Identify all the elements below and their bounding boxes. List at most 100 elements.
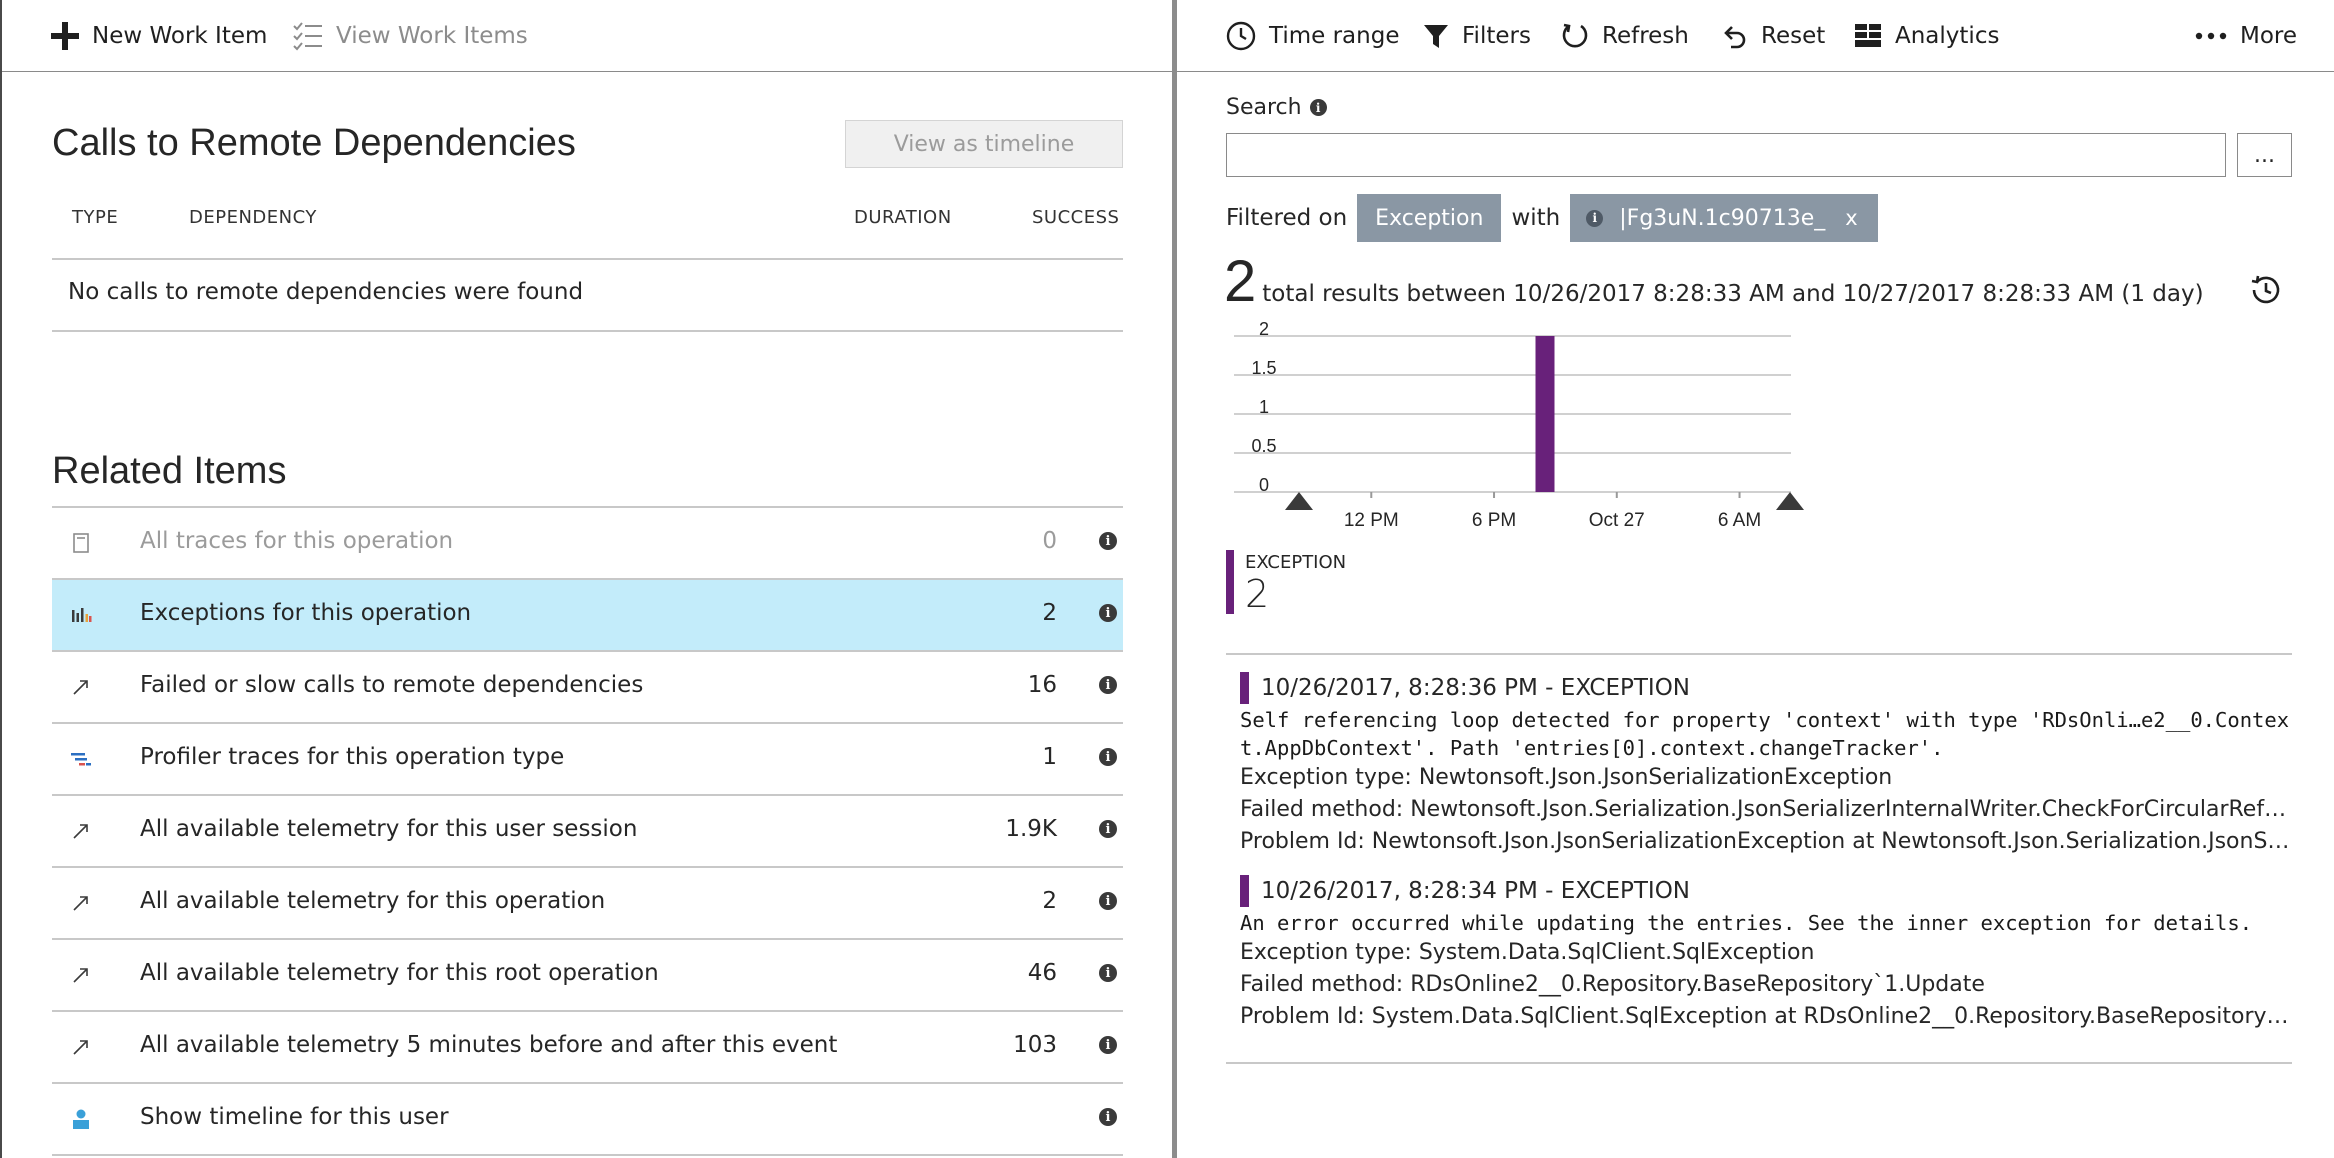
related-item-label: All traces for this operation bbox=[140, 528, 454, 554]
related-item-count: 16 bbox=[1027, 672, 1057, 698]
related-item-failed-calls[interactable]: Failed or slow calls to remote dependenc… bbox=[52, 652, 1123, 724]
results-summary: 2 total results between 10/26/2017 8:28:… bbox=[1224, 248, 2204, 315]
search-pane: Time range Filters Refresh Reset Analyti… bbox=[1177, 0, 2334, 1158]
arrow-icon bbox=[73, 680, 88, 695]
view-work-items-button[interactable]: View Work Items bbox=[292, 14, 528, 58]
related-item-count: 103 bbox=[1013, 1032, 1057, 1058]
related-item-label: All available telemetry for this root op… bbox=[140, 960, 659, 986]
more-label: More bbox=[2240, 23, 2298, 49]
checklist-icon bbox=[293, 22, 322, 51]
info-icon[interactable]: i bbox=[1099, 1108, 1117, 1126]
view-as-timeline-button[interactable]: View as timeline bbox=[845, 120, 1123, 168]
range-end-handle bbox=[1776, 492, 1804, 510]
results-chart[interactable]: 2 1.5 1 0.5 0 12 PM 6 PM Oct 27 6 AM bbox=[1177, 318, 2334, 543]
info-icon[interactable]: i bbox=[1099, 532, 1117, 550]
y-tick-label: 1.5 bbox=[1251, 358, 1276, 378]
results-range-text: total results between 10/26/2017 8:28:33… bbox=[1262, 281, 2204, 307]
related-item-count: 46 bbox=[1027, 960, 1057, 986]
details-pane: New Work Item View Work Items Calls to R… bbox=[0, 0, 1172, 1158]
related-item-label: Show timeline for this user bbox=[140, 1104, 449, 1130]
search-label-text: Search bbox=[1226, 95, 1302, 120]
results-divider bbox=[1226, 653, 2292, 655]
result-item[interactable]: 10/26/2017, 8:28:36 PM - EXCEPTION Self … bbox=[1240, 672, 2290, 858]
bar-chart-icon bbox=[72, 608, 92, 622]
related-item-label: Failed or slow calls to remote dependenc… bbox=[140, 672, 644, 698]
result-message: An error occurred while updating the ent… bbox=[1240, 911, 2253, 935]
refresh-label: Refresh bbox=[1602, 23, 1689, 49]
result-problem-id: Problem Id: Newtonsoft.Json.JsonSerializ… bbox=[1240, 829, 2290, 854]
info-icon[interactable]: i bbox=[1099, 604, 1117, 622]
empty-dependencies-message: No calls to remote dependencies were fou… bbox=[68, 279, 584, 305]
info-icon[interactable]: i bbox=[1099, 748, 1117, 766]
reset-button[interactable]: Reset bbox=[1719, 14, 1825, 58]
x-tick-label: Oct 27 bbox=[1589, 510, 1645, 531]
results-count: 2 bbox=[1224, 249, 1257, 314]
user-icon bbox=[73, 1109, 89, 1129]
column-header-type[interactable]: TYPE bbox=[72, 207, 118, 228]
time-range-label: Time range bbox=[1269, 23, 1400, 49]
y-tick-label: 1 bbox=[1259, 397, 1269, 417]
new-work-item-button[interactable]: New Work Item bbox=[50, 14, 267, 58]
filter-value-chip[interactable]: i |Fg3uN.1c90713e_ x bbox=[1570, 194, 1878, 242]
arrow-icon bbox=[73, 968, 88, 983]
related-item-label: All available telemetry for this operati… bbox=[140, 888, 606, 914]
related-item-user-timeline[interactable]: Show timeline for this user i bbox=[52, 1084, 1123, 1156]
result-message: Self referencing loop detected for prope… bbox=[1240, 708, 2290, 760]
result-header: 10/26/2017, 8:28:36 PM - EXCEPTION bbox=[1240, 672, 2290, 704]
x-tick-label: 12 PM bbox=[1344, 510, 1399, 531]
result-marker bbox=[1240, 875, 1249, 907]
info-icon[interactable]: i bbox=[1309, 99, 1327, 116]
filters-button[interactable]: Filters bbox=[1422, 14, 1531, 58]
refresh-button[interactable]: Refresh bbox=[1560, 14, 1689, 58]
related-item-count: 0 bbox=[1042, 528, 1057, 554]
remove-filter-button[interactable]: x bbox=[1845, 206, 1857, 230]
related-item-count: 2 bbox=[1042, 888, 1057, 914]
filter-type-chip[interactable]: Exception bbox=[1357, 194, 1502, 242]
related-item-exceptions[interactable]: Exceptions for this operation 2 i bbox=[52, 580, 1123, 652]
related-items-title: Related Items bbox=[52, 450, 287, 492]
related-item-operation-telemetry[interactable]: All available telemetry for this operati… bbox=[52, 868, 1123, 940]
more-button[interactable]: More bbox=[2194, 14, 2297, 58]
search-input[interactable] bbox=[1226, 133, 2226, 177]
related-item-traces[interactable]: All traces for this operation 0 i bbox=[52, 508, 1123, 580]
refresh-icon bbox=[1562, 23, 1588, 48]
column-header-dependency[interactable]: DEPENDENCY bbox=[189, 207, 317, 228]
analytics-icon bbox=[1855, 24, 1881, 47]
filter-summary: Filtered on Exception with i |Fg3uN.1c90… bbox=[1226, 194, 1878, 242]
clock-icon bbox=[1226, 21, 1256, 51]
filters-label: Filters bbox=[1462, 23, 1531, 49]
info-icon[interactable]: i bbox=[1099, 676, 1117, 694]
ellipsis-icon bbox=[2195, 32, 2227, 40]
x-tick-label: 6 AM bbox=[1718, 510, 1761, 531]
table-header-divider bbox=[52, 258, 1123, 260]
search-options-button[interactable]: ... bbox=[2237, 133, 2292, 177]
result-exception-type: Exception type: Newtonsoft.Json.JsonSeri… bbox=[1240, 765, 1893, 790]
history-icon[interactable] bbox=[2249, 273, 2283, 307]
new-work-item-label: New Work Item bbox=[92, 23, 268, 49]
info-icon[interactable]: i bbox=[1099, 820, 1117, 838]
analytics-button[interactable]: Analytics bbox=[1853, 14, 1999, 58]
column-header-success[interactable]: SUCCESS bbox=[1032, 207, 1119, 228]
y-tick-label: 0 bbox=[1259, 475, 1269, 495]
info-icon: i bbox=[1586, 209, 1604, 227]
filter-icon bbox=[1424, 25, 1448, 48]
column-header-duration[interactable]: DURATION bbox=[854, 207, 952, 228]
filter-value-text: |Fg3uN.1c90713e_ bbox=[1619, 205, 1826, 231]
info-icon[interactable]: i bbox=[1099, 964, 1117, 982]
related-item-label: All available telemetry for this user se… bbox=[140, 816, 638, 842]
plus-icon bbox=[51, 22, 79, 50]
search-label: Search i bbox=[1226, 95, 1327, 120]
info-icon[interactable]: i bbox=[1099, 1036, 1117, 1054]
result-failed-method: Failed method: RDsOnline2__0.Repository.… bbox=[1240, 972, 1985, 997]
time-range-button[interactable]: Time range bbox=[1225, 14, 1399, 58]
results-bottom-divider bbox=[1226, 1062, 2292, 1064]
info-icon[interactable]: i bbox=[1099, 892, 1117, 910]
related-item-root-operation-telemetry[interactable]: All available telemetry for this root op… bbox=[52, 940, 1123, 1012]
related-item-session-telemetry[interactable]: All available telemetry for this user se… bbox=[52, 796, 1123, 868]
related-item-count: 2 bbox=[1042, 600, 1057, 626]
result-item[interactable]: 10/26/2017, 8:28:34 PM - EXCEPTION An er… bbox=[1240, 875, 2290, 1033]
related-item-profiler-traces[interactable]: Profiler traces for this operation type … bbox=[52, 724, 1123, 796]
analytics-label: Analytics bbox=[1895, 23, 2000, 49]
related-item-nearby-telemetry[interactable]: All available telemetry 5 minutes before… bbox=[52, 1012, 1123, 1084]
related-item-label: Exceptions for this operation bbox=[140, 600, 472, 626]
